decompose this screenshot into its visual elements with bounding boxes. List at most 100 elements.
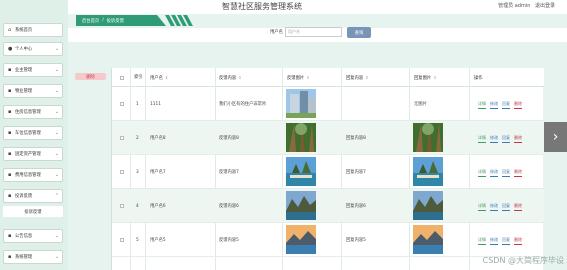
detail-button[interactable]: 详情 bbox=[478, 203, 486, 211]
edit-button[interactable]: 修改 bbox=[490, 203, 498, 211]
cell-index: 1 bbox=[136, 101, 139, 107]
chevron-down-icon: ⌄ bbox=[54, 151, 59, 157]
delete-row-button[interactable]: 删除 bbox=[514, 169, 522, 177]
sidebar-item-label: 投诉反馈 bbox=[15, 194, 33, 199]
sidebar-item-parking[interactable]: ▪ 车位信息管理 ⌄ bbox=[3, 126, 63, 140]
sidebar-item-label: 物业管理 bbox=[15, 89, 33, 94]
sidebar-item-notices[interactable]: ▪ 公告信息 ⌄ bbox=[3, 229, 63, 243]
sidebar-item-fees[interactable]: ▪ 费用信息管理 ⌄ bbox=[3, 168, 63, 182]
edit-button[interactable]: 修改 bbox=[490, 237, 498, 245]
sort-icon: ⇕ bbox=[238, 75, 242, 80]
col-content[interactable]: 反馈内容 ⇕ bbox=[219, 68, 242, 87]
row-actions: 详情 修改 回复 删除 bbox=[478, 237, 522, 245]
box-icon: ▪ bbox=[8, 151, 12, 157]
detail-button[interactable]: 详情 bbox=[478, 135, 486, 143]
top-bar: 智慧社区服务管理系统 管理员 admin 退出登录 bbox=[0, 0, 567, 14]
search-input[interactable]: 用户名 bbox=[285, 27, 342, 37]
sidebar-item-owners[interactable]: ▪ 业主管理 ⌄ bbox=[3, 63, 63, 77]
select-all-checkbox[interactable] bbox=[120, 76, 124, 80]
cell-index: 3 bbox=[136, 169, 139, 175]
row-actions: 详情 修改 回复 删除 bbox=[478, 169, 522, 177]
cell-username: 用户名8 bbox=[150, 136, 166, 141]
feedback-image bbox=[286, 225, 316, 254]
row-actions: 详情 修改 回复 删除 bbox=[478, 135, 522, 143]
delete-row-button[interactable]: 删除 bbox=[514, 203, 522, 211]
building-icon: ▪ bbox=[8, 88, 12, 94]
chevron-down-icon: ⌄ bbox=[54, 88, 59, 94]
edit-button[interactable]: 修改 bbox=[490, 169, 498, 177]
search-placeholder: 用户名 bbox=[288, 29, 300, 34]
search-label: 用户名 bbox=[270, 30, 283, 35]
reply-button[interactable]: 回复 bbox=[502, 169, 510, 177]
logout-link[interactable]: 退出登录 bbox=[535, 3, 555, 9]
sidebar-item-label: 车位信息管理 bbox=[15, 131, 41, 136]
wallet-icon: ▪ bbox=[8, 172, 12, 178]
detail-button[interactable]: 详情 bbox=[478, 169, 486, 177]
delete-row-button[interactable]: 删除 bbox=[514, 101, 522, 109]
table-row: 2 用户名8 反馈内容8 回复内容8 详情 修改 回复 删除 bbox=[112, 121, 544, 155]
next-arrow-button[interactable]: › bbox=[544, 122, 567, 152]
site-title: 智慧社区服务管理系统 bbox=[222, 2, 302, 11]
sidebar-subitem-feedback[interactable]: 投诉反馈 bbox=[3, 206, 63, 217]
cell-reply: 回复内容7 bbox=[346, 170, 366, 175]
sidebar-item-label: 个人中心 bbox=[15, 47, 33, 52]
sidebar-item-system[interactable]: ▪ 系统管理 ⌄ bbox=[3, 250, 63, 264]
sidebar-item-housing[interactable]: ▪ 住房信息管理 ⌄ bbox=[3, 105, 63, 119]
sidebar-item-label: 系统管理 bbox=[15, 255, 33, 260]
detail-button[interactable]: 详情 bbox=[478, 101, 486, 109]
sidebar: ⌂ 系统首页 ● 个人中心 ⌄ ▪ 业主管理 ⌄ ▪ 物业管理 ⌄ ▪ 住房信息… bbox=[0, 0, 68, 270]
feedback-image bbox=[286, 89, 316, 118]
col-label: 反馈内容 bbox=[219, 75, 237, 81]
reply-image bbox=[413, 191, 443, 220]
gear-icon: ▪ bbox=[8, 254, 12, 260]
col-label: 用户名 bbox=[150, 75, 163, 81]
row-checkbox[interactable] bbox=[120, 170, 124, 174]
reply-button[interactable]: 回复 bbox=[502, 135, 510, 143]
search-button[interactable]: 查询 bbox=[347, 27, 371, 38]
sidebar-item-feedback[interactable]: ▪ 投诉反馈 ⌃ bbox=[3, 189, 63, 203]
row-checkbox[interactable] bbox=[120, 204, 124, 208]
col-reply[interactable]: 回复内容 ⇕ bbox=[346, 68, 369, 87]
cell-username: 用户名6 bbox=[150, 204, 166, 209]
edit-button[interactable]: 修改 bbox=[490, 101, 498, 109]
reply-image bbox=[413, 225, 443, 254]
sidebar-item-label: 费用信息管理 bbox=[15, 173, 41, 178]
cell-index: 4 bbox=[136, 203, 139, 209]
cell-content: 反馈内容6 bbox=[219, 204, 239, 209]
feedback-image bbox=[286, 157, 316, 186]
watermark: CSDN @大简程序毕设 bbox=[482, 256, 564, 265]
sidebar-item-label: 住房信息管理 bbox=[15, 110, 41, 115]
cell-content: 反馈内容7 bbox=[219, 170, 239, 175]
cell-reply: 回复内容8 bbox=[346, 136, 366, 141]
row-checkbox[interactable] bbox=[120, 102, 124, 106]
delete-row-button[interactable]: 删除 bbox=[514, 135, 522, 143]
sort-icon: ⇕ bbox=[164, 75, 169, 80]
sidebar-item-property[interactable]: ▪ 物业管理 ⌄ bbox=[3, 84, 63, 98]
table-row: 5 用户名5 反馈内容5 回复内容5 详情 修改 回复 删除 bbox=[112, 223, 544, 257]
detail-button[interactable]: 详情 bbox=[478, 237, 486, 245]
reply-button[interactable]: 回复 bbox=[502, 101, 510, 109]
edit-button[interactable]: 修改 bbox=[490, 135, 498, 143]
row-checkbox[interactable] bbox=[120, 136, 124, 140]
chevron-down-icon: ⌄ bbox=[54, 46, 59, 52]
car-icon: ▪ bbox=[8, 130, 12, 136]
sidebar-item-assets[interactable]: ▪ 固定资产管理 ⌄ bbox=[3, 147, 63, 161]
row-checkbox[interactable] bbox=[120, 238, 124, 242]
sort-icon: ⇕ bbox=[365, 75, 369, 80]
chevron-down-icon: ⌄ bbox=[54, 254, 59, 260]
reply-button[interactable]: 回复 bbox=[502, 203, 510, 211]
col-username[interactable]: 用户名 ⇕ bbox=[150, 68, 168, 87]
sidebar-item-profile[interactable]: ● 个人中心 ⌄ bbox=[3, 42, 63, 56]
sidebar-item-home[interactable]: ⌂ 系统首页 bbox=[3, 23, 63, 37]
delete-row-button[interactable]: 删除 bbox=[514, 237, 522, 245]
breadcrumb-home[interactable]: 后台首页 bbox=[82, 18, 99, 24]
reply-button[interactable]: 回复 bbox=[502, 237, 510, 245]
col-image[interactable]: 反馈图片 ⇕ bbox=[287, 68, 310, 87]
cell-username: 1111 bbox=[150, 101, 161, 107]
sidebar-subitem-label: 投诉反馈 bbox=[24, 209, 42, 215]
user-info: 管理员 admin 退出登录 bbox=[495, 2, 555, 9]
feedback-image bbox=[286, 123, 316, 152]
delete-button[interactable]: 删除 bbox=[75, 73, 106, 80]
chat-icon: ▪ bbox=[8, 193, 12, 199]
col-reply-image[interactable]: 回复图片 ⇕ bbox=[414, 68, 437, 87]
